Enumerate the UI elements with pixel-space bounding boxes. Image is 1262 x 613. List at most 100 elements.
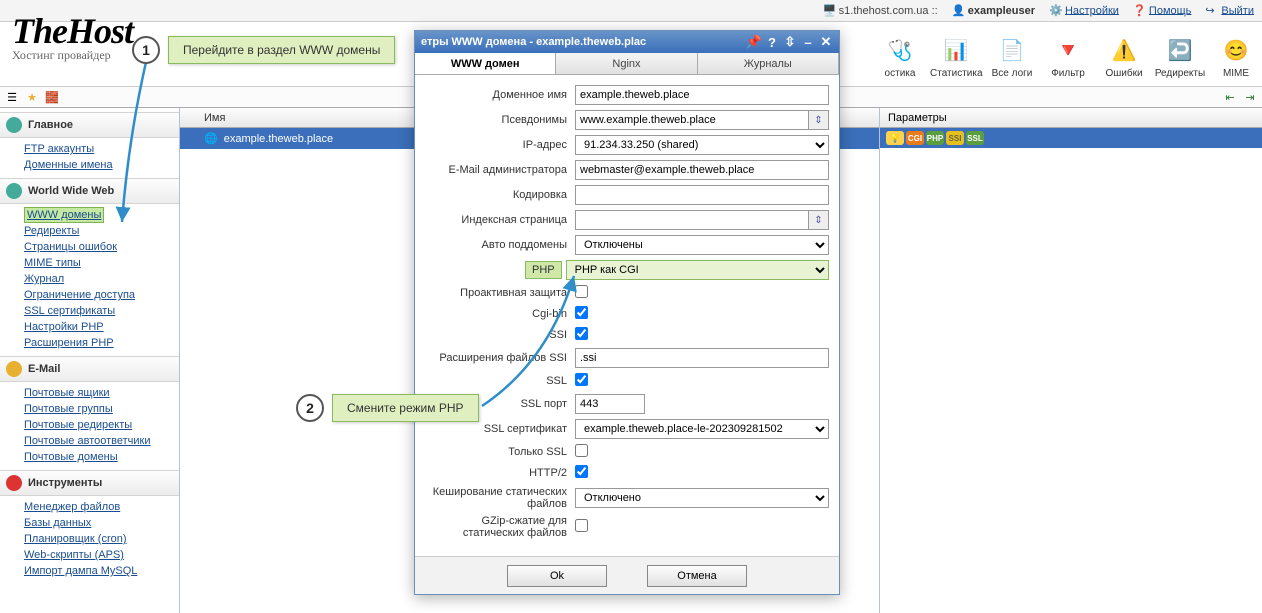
- fav-icon[interactable]: 🧱: [44, 89, 60, 105]
- ok-button[interactable]: Ok: [507, 565, 607, 587]
- logo: TheHost Хостинг провайдер: [12, 10, 133, 63]
- sslcert-select[interactable]: example.theweb.place-le-202309281502: [575, 419, 829, 439]
- ssl-checkbox[interactable]: [575, 373, 588, 386]
- dialog-footer: Ok Отмена: [415, 556, 839, 594]
- sidebar-item[interactable]: Доменные имена: [24, 157, 179, 173]
- logout-link[interactable]: ↪Выйти: [1205, 4, 1254, 18]
- sidebar-item[interactable]: Почтовые группы: [24, 401, 179, 417]
- toolbar-stats[interactable]: 📊Статистика: [930, 34, 982, 79]
- topbar: 🖥️s1.thehost.com.ua :: 👤exampleuser ⚙️На…: [0, 0, 1262, 22]
- annotation-2: 2 Смените режим PHP: [296, 394, 479, 422]
- dialog-title: етры WWW домена - example.theweb.plac: [421, 36, 747, 48]
- params-badges: 💡 CGI PHP SSI SSL: [880, 128, 1262, 148]
- sidebar-item[interactable]: FTP аккаунты: [24, 141, 179, 157]
- ssi-badge: SSI: [946, 131, 964, 145]
- gzip-checkbox[interactable]: [575, 519, 588, 532]
- ssi-checkbox[interactable]: [575, 327, 588, 340]
- dialog-titlebar[interactable]: етры WWW домена - example.theweb.plac 📌 …: [415, 31, 839, 53]
- annotation-1-num: 1: [132, 36, 160, 64]
- autosub-select[interactable]: Отключены: [575, 235, 829, 255]
- collapse-left-icon[interactable]: ⇤: [1222, 89, 1238, 105]
- sidebar-item[interactable]: Страницы ошибок: [24, 239, 179, 255]
- sidebar-item[interactable]: WWW домены: [24, 207, 104, 223]
- sidebar-item[interactable]: Базы данных: [24, 515, 179, 531]
- help-icon: ❓: [1133, 4, 1147, 18]
- autosub-label: Авто поддомены: [425, 239, 575, 251]
- close-icon[interactable]: ✕: [819, 35, 833, 49]
- server-icon: 🖥️: [823, 4, 837, 18]
- cat-icon: [6, 361, 22, 377]
- cache-select[interactable]: Отключено: [575, 488, 829, 508]
- sidebar-item[interactable]: Почтовые ящики: [24, 385, 179, 401]
- params-header: Параметры: [880, 108, 1262, 128]
- tab-journals[interactable]: Журналы: [698, 53, 839, 74]
- star-icon[interactable]: ★: [24, 89, 40, 105]
- sidebar-cat[interactable]: Главное: [0, 112, 179, 138]
- sidebar-cat[interactable]: World Wide Web: [0, 178, 179, 204]
- sidebar-cat[interactable]: Инструменты: [0, 470, 179, 496]
- toolbar-filter[interactable]: 🔻Фильтр: [1042, 34, 1094, 79]
- sidebar-item[interactable]: Почтовые редиректы: [24, 417, 179, 433]
- expand-alias-icon[interactable]: ⇕: [809, 110, 829, 130]
- sidebar-item[interactable]: Расширения PHP: [24, 335, 179, 351]
- email-input[interactable]: [575, 160, 829, 180]
- pin-icon[interactable]: 📌: [747, 35, 761, 49]
- sslonly-checkbox[interactable]: [575, 444, 588, 457]
- params-panel: Параметры 💡 CGI PHP SSI SSL: [880, 108, 1262, 613]
- ip-select[interactable]: 91.234.33.250 (shared): [575, 135, 829, 155]
- redirects-label: Редиректы: [1154, 68, 1206, 79]
- sidebar-item[interactable]: SSL сертификаты: [24, 303, 179, 319]
- dialog-tabs: WWW домен Nginx Журналы: [415, 53, 839, 75]
- http2-checkbox[interactable]: [575, 465, 588, 478]
- sidebar-item[interactable]: Планировщик (cron): [24, 531, 179, 547]
- sidebar-item[interactable]: Web-скрипты (APS): [24, 547, 179, 563]
- collapse-icon[interactable]: ⇳: [783, 35, 797, 49]
- proactive-checkbox[interactable]: [575, 285, 588, 298]
- sidebar-cat[interactable]: E-Mail: [0, 356, 179, 382]
- tab-nginx[interactable]: Nginx: [556, 53, 697, 74]
- sidebar-item[interactable]: Почтовые домены: [24, 449, 179, 465]
- alias-label: Псевдонимы: [425, 114, 575, 126]
- ssl-badge: SSL: [966, 131, 984, 145]
- collapse-right-icon[interactable]: ⇥: [1242, 89, 1258, 105]
- errors-label: Ошибки: [1098, 68, 1150, 79]
- cgi-checkbox[interactable]: [575, 306, 588, 319]
- cat-title: E-Mail: [28, 363, 60, 375]
- dialog-help-icon[interactable]: ?: [765, 35, 779, 49]
- index-input[interactable]: [575, 210, 809, 230]
- expand-index-icon[interactable]: ⇕: [809, 210, 829, 230]
- list-icon[interactable]: ☰: [4, 89, 20, 105]
- mime-label: MIME: [1210, 68, 1262, 79]
- php-select[interactable]: PHP как CGI: [566, 260, 829, 280]
- toolbar-diagnostics[interactable]: 🩺остика: [874, 34, 926, 79]
- sidebar-item[interactable]: Почтовые автоответчики: [24, 433, 179, 449]
- sidebar-item[interactable]: Редиректы: [24, 223, 179, 239]
- annotation-2-text: Смените режим PHP: [332, 394, 479, 422]
- tab-www-domain[interactable]: WWW домен: [415, 53, 556, 74]
- domain-name: example.theweb.place: [224, 133, 333, 145]
- sidebar-item[interactable]: Менеджер файлов: [24, 499, 179, 515]
- ssiext-input[interactable]: [575, 348, 829, 368]
- cancel-button[interactable]: Отмена: [647, 565, 747, 587]
- diagnostics-label: остика: [874, 68, 926, 79]
- toolbar-errors[interactable]: ⚠️Ошибки: [1098, 34, 1150, 79]
- domain-input[interactable]: [575, 85, 829, 105]
- sidebar-item[interactable]: MIME типы: [24, 255, 179, 271]
- sidebar-item[interactable]: Журнал: [24, 271, 179, 287]
- toolbar-alllogs[interactable]: 📄Все логи: [986, 34, 1038, 79]
- sidebar-item[interactable]: Ограничение доступа: [24, 287, 179, 303]
- stats-icon: 📊: [940, 34, 972, 66]
- minimize-icon[interactable]: –: [801, 35, 815, 49]
- help-link[interactable]: ❓Помощь: [1133, 4, 1192, 18]
- toolbar-redirects[interactable]: ↩️Редиректы: [1154, 34, 1206, 79]
- gear-icon: ⚙️: [1049, 4, 1063, 18]
- toolbar-mime[interactable]: 😊MIME: [1210, 34, 1262, 79]
- charset-input[interactable]: [575, 185, 829, 205]
- sslonly-label: Только SSL: [425, 446, 575, 458]
- sslport-input[interactable]: [575, 394, 645, 414]
- sidebar-item[interactable]: Настройки PHP: [24, 319, 179, 335]
- settings-link[interactable]: ⚙️Настройки: [1049, 4, 1119, 18]
- sidebar-item[interactable]: Импорт дампа MySQL: [24, 563, 179, 579]
- alias-input[interactable]: [575, 110, 809, 130]
- domain-globe-icon: 🌐: [204, 132, 218, 145]
